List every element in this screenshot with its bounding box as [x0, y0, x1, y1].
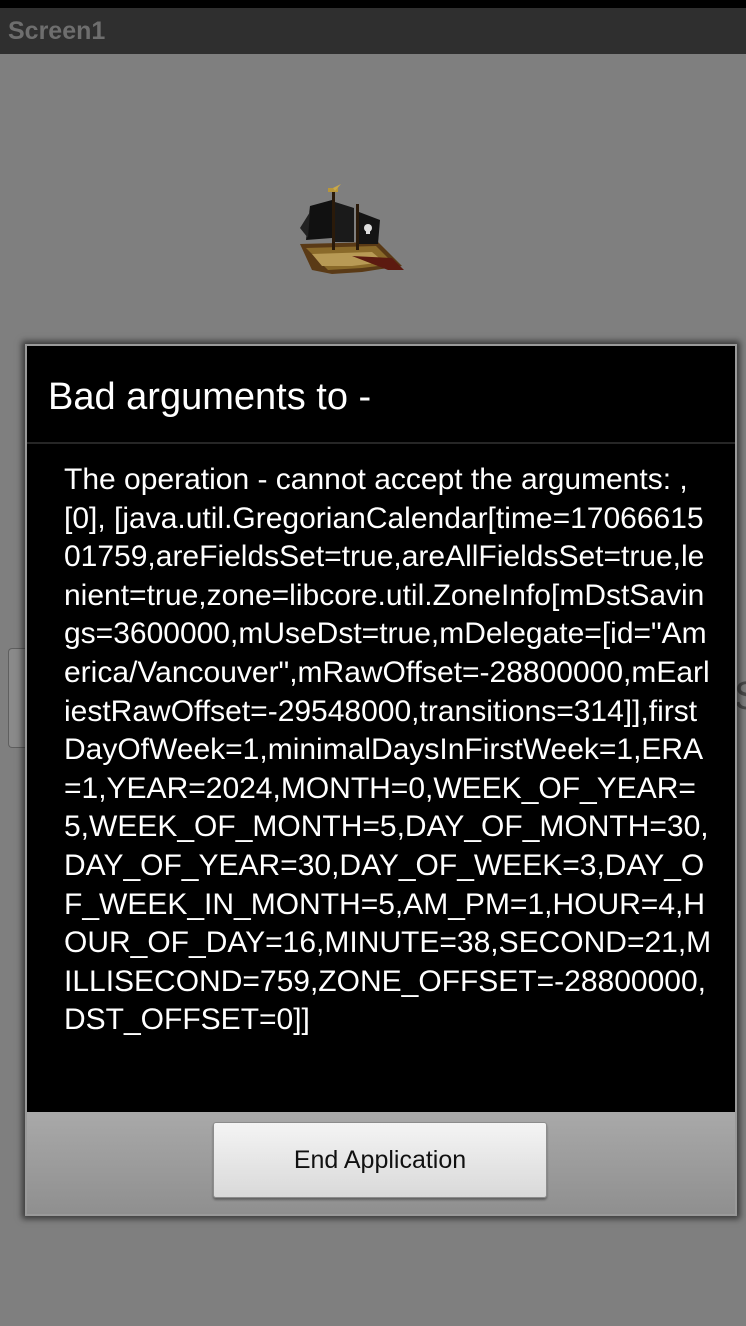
- screen-title: Screen1: [8, 17, 106, 45]
- title-bar: Screen1: [0, 8, 746, 54]
- end-application-button[interactable]: End Application: [213, 1122, 547, 1198]
- dialog-button-bar: End Application: [27, 1112, 735, 1214]
- error-dialog: Bad arguments to - The operation - canno…: [25, 344, 737, 1216]
- dialog-message: The operation - cannot accept the argume…: [64, 463, 712, 1037]
- dialog-divider: [27, 442, 735, 444]
- status-bar: [0, 0, 746, 8]
- dialog-title: Bad arguments to -: [48, 376, 372, 418]
- pirate-ship-icon: [292, 182, 408, 282]
